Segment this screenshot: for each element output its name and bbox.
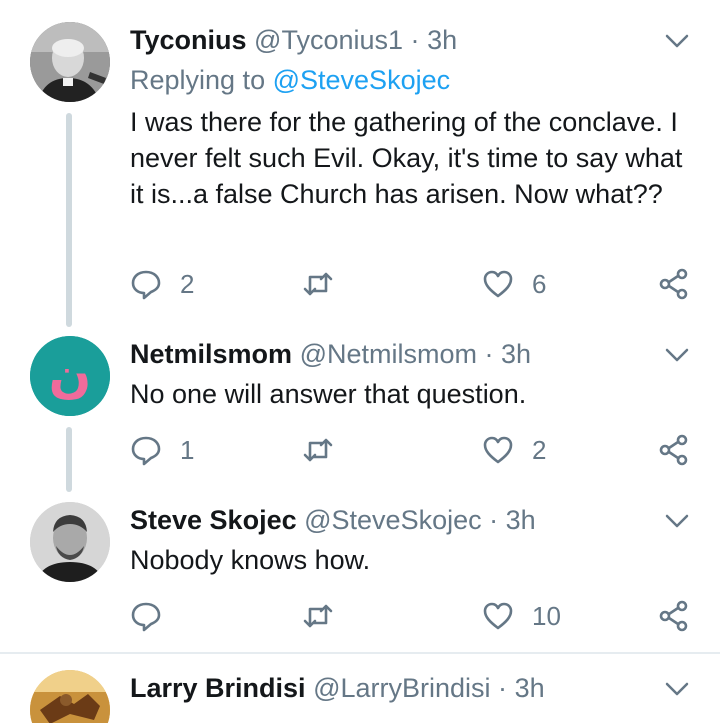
like-icon	[483, 602, 513, 630]
timestamp[interactable]: 3h	[515, 673, 545, 703]
chevron-down-icon[interactable]	[664, 508, 690, 534]
retweet-icon	[303, 604, 333, 628]
like-count: 6	[532, 268, 547, 299]
user-handle[interactable]: @SteveSkojec	[304, 505, 482, 535]
replying-to: Replying to @SteveSkojec	[130, 62, 450, 98]
retweet-icon	[303, 272, 333, 296]
like-button[interactable]: 6	[482, 264, 546, 304]
tweet-header: Larry Brindisi @LarryBrindisi · 3h	[130, 668, 545, 708]
separator-dot: ·	[489, 505, 499, 535]
reply-count: 2	[180, 268, 195, 299]
separator-dot: ·	[498, 673, 508, 703]
retweet-button[interactable]	[302, 596, 352, 636]
reply-icon	[131, 270, 161, 300]
tweet-header: Steve Skojec @SteveSkojec · 3h	[130, 500, 536, 540]
tweet-text: Nobody knows how.	[130, 545, 371, 575]
share-button[interactable]	[658, 596, 690, 636]
avatar-glyph: ن	[49, 346, 92, 404]
share-icon	[659, 600, 688, 632]
tweet-header: Tyconius @Tyconius1 · 3h	[130, 20, 457, 60]
tweet-divider	[0, 652, 720, 654]
chevron-down-icon[interactable]	[664, 342, 690, 368]
retweet-button[interactable]	[302, 264, 352, 304]
display-name[interactable]: Larry Brindisi	[130, 673, 306, 703]
reply-button[interactable]: 2	[130, 264, 194, 304]
separator-dot: ·	[484, 339, 494, 369]
share-button[interactable]	[658, 430, 690, 470]
timestamp[interactable]: 3h	[501, 339, 531, 369]
chevron-down-icon[interactable]	[664, 676, 690, 702]
tweet-text: No one will answer that question.	[130, 379, 527, 409]
like-button[interactable]: 2	[482, 430, 546, 470]
replying-label: Replying to	[130, 65, 266, 95]
share-icon	[659, 268, 688, 300]
reply-button[interactable]	[130, 596, 180, 636]
like-icon	[483, 436, 513, 464]
action-bar: 10	[130, 596, 700, 636]
like-icon	[483, 270, 513, 298]
tweet-header: Netmilsmom @Netmilsmom · 3h	[130, 334, 531, 374]
tweet[interactable]: Tyconius @Tyconius1 · 3h Replying to @St…	[0, 20, 720, 327]
avatar[interactable]	[30, 22, 110, 102]
like-count: 10	[532, 600, 561, 631]
share-button[interactable]	[658, 264, 690, 304]
user-handle[interactable]: @Tyconius1	[254, 25, 403, 55]
avatar[interactable]	[30, 670, 110, 723]
action-bar: 1 2	[130, 430, 700, 470]
tweet[interactable]: Steve Skojec @SteveSkojec · 3h Nobody kn…	[0, 500, 720, 640]
avatar[interactable]: ن	[30, 336, 110, 416]
thread-line	[66, 113, 72, 327]
separator-dot: ·	[410, 25, 420, 55]
reply-icon	[131, 436, 161, 466]
share-icon	[659, 434, 688, 466]
chevron-down-icon[interactable]	[664, 28, 690, 54]
reply-icon	[131, 602, 161, 632]
thread-line	[66, 427, 72, 492]
tweet[interactable]: Larry Brindisi @LarryBrindisi · 3h	[0, 668, 720, 723]
user-handle[interactable]: @LarryBrindisi	[313, 673, 490, 703]
tweet[interactable]: ن Netmilsmom @Netmilsmom · 3h No one wil…	[0, 334, 720, 494]
tweet-text: I was there for the gathering of the con…	[130, 107, 683, 209]
retweet-button[interactable]	[302, 430, 352, 470]
timestamp[interactable]: 3h	[427, 25, 457, 55]
display-name[interactable]: Tyconius	[130, 25, 247, 55]
display-name[interactable]: Steve Skojec	[130, 505, 297, 535]
display-name[interactable]: Netmilsmom	[130, 339, 292, 369]
user-handle[interactable]: @Netmilsmom	[300, 339, 477, 369]
reply-count: 1	[180, 434, 195, 465]
action-bar: 2 6	[130, 264, 700, 304]
like-count: 2	[532, 434, 547, 465]
mention-link[interactable]: @SteveSkojec	[273, 65, 451, 95]
like-button[interactable]: 10	[482, 596, 561, 636]
timestamp[interactable]: 3h	[506, 505, 536, 535]
retweet-icon	[303, 438, 333, 462]
avatar[interactable]	[30, 502, 110, 582]
reply-button[interactable]: 1	[130, 430, 194, 470]
